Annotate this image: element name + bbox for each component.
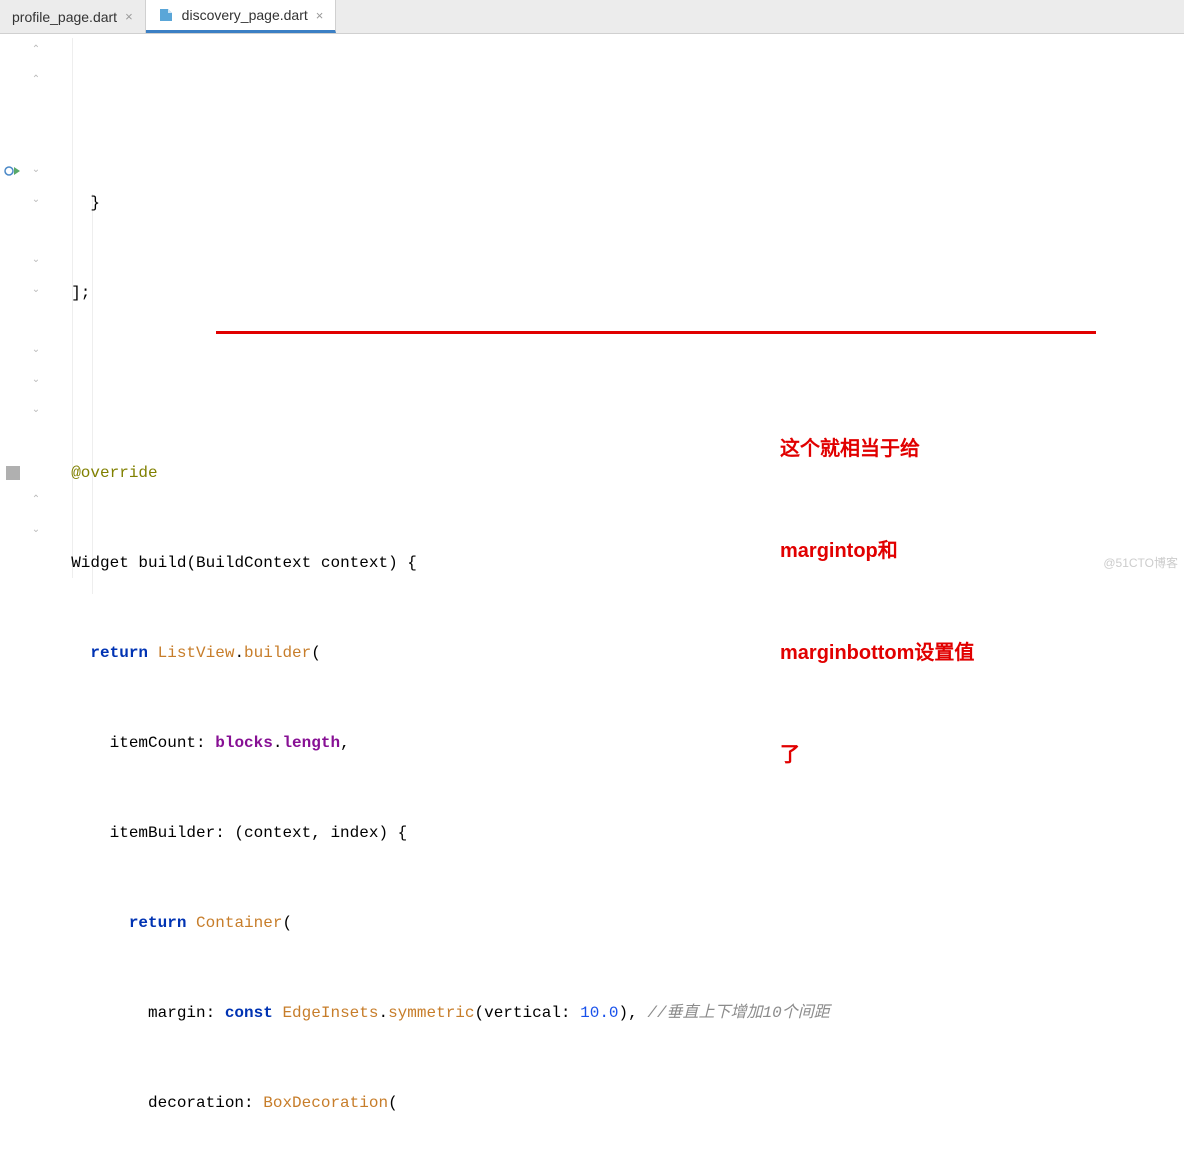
code-class: BoxDecoration [263,1094,388,1112]
code-text [52,644,90,662]
run-gutter-icon[interactable] [4,162,22,180]
watermark: @51CTO博客 [1103,554,1178,571]
fold-down-icon[interactable]: ⌄ [30,344,42,356]
gutter-fold: ⌃ ⌃ ⌄ ⌄ ⌄ ⌄ ⌄ ⌄ ⌄ ⌃ ⌄ [28,34,46,575]
annotation-line: 这个就相当于给 [780,432,974,466]
code-content[interactable]: } ]; @override Widget build(BuildContext… [46,34,1184,575]
tab-label: discovery_page.dart [182,7,308,23]
code-ident: length [282,734,340,752]
annotation-line: marginbottom设置值 [780,636,974,670]
fold-down-icon[interactable]: ⌄ [30,194,42,206]
code-text [52,914,129,932]
fold-down-icon[interactable]: ⌄ [30,374,42,386]
code-text: itemBuilder: (context, index) { [52,824,407,842]
tab-label: profile_page.dart [12,9,117,25]
code-keyword: return [129,914,187,932]
dart-file-icon [158,7,174,23]
annotation-callout: 这个就相当于给 margintop和 marginbottom设置值 了 [780,364,974,840]
tab-profile-page[interactable]: profile_page.dart × [0,0,146,33]
fold-down-icon[interactable]: ⌄ [30,254,42,266]
code-keyword: return [90,644,148,662]
code-comment: //垂直上下增加10个间距 [647,1004,829,1022]
code-class: EdgeInsets [282,1004,378,1022]
code-text: (BuildContext context) { [186,554,416,572]
code-keyword: const [225,1004,273,1022]
code-text: decoration: [52,1094,263,1112]
code-text: ]; [52,284,90,302]
code-text: } [52,194,100,212]
code-method: builder [244,644,311,662]
fold-down-icon[interactable]: ⌄ [30,164,42,176]
annotation-line: margintop和 [780,534,974,568]
code-editor[interactable]: ⌃ ⌃ ⌄ ⌄ ⌄ ⌄ ⌄ ⌄ ⌄ ⌃ ⌄ } ]; @override Wid… [0,34,1184,575]
fold-up-icon[interactable]: ⌃ [30,74,42,86]
gutter-icons [0,34,28,575]
code-class: ListView [158,644,235,662]
code-text: itemCount: [52,734,215,752]
fold-down-icon[interactable]: ⌄ [30,524,42,536]
code-method: symmetric [388,1004,474,1022]
code-method: build [138,554,186,572]
fold-down-icon[interactable]: ⌄ [30,404,42,416]
code-ident: blocks [215,734,273,752]
code-text: margin: [52,1004,225,1022]
fold-up-icon[interactable]: ⌃ [30,494,42,506]
tab-discovery-page[interactable]: discovery_page.dart × [146,0,337,33]
close-icon[interactable]: × [316,8,324,23]
code-class: Container [196,914,282,932]
code-number: 10.0 [580,1004,618,1022]
fold-down-icon[interactable]: ⌄ [30,284,42,296]
annotation-line: 了 [780,738,974,772]
breakpoint-placeholder-icon[interactable] [6,466,20,480]
editor-tab-bar: profile_page.dart × discovery_page.dart … [0,0,1184,34]
fold-up-icon[interactable]: ⌃ [30,44,42,56]
code-annotation: @override [52,464,158,482]
highlight-underline [216,331,1096,334]
code-text: Widget [52,554,138,572]
close-icon[interactable]: × [125,9,133,24]
